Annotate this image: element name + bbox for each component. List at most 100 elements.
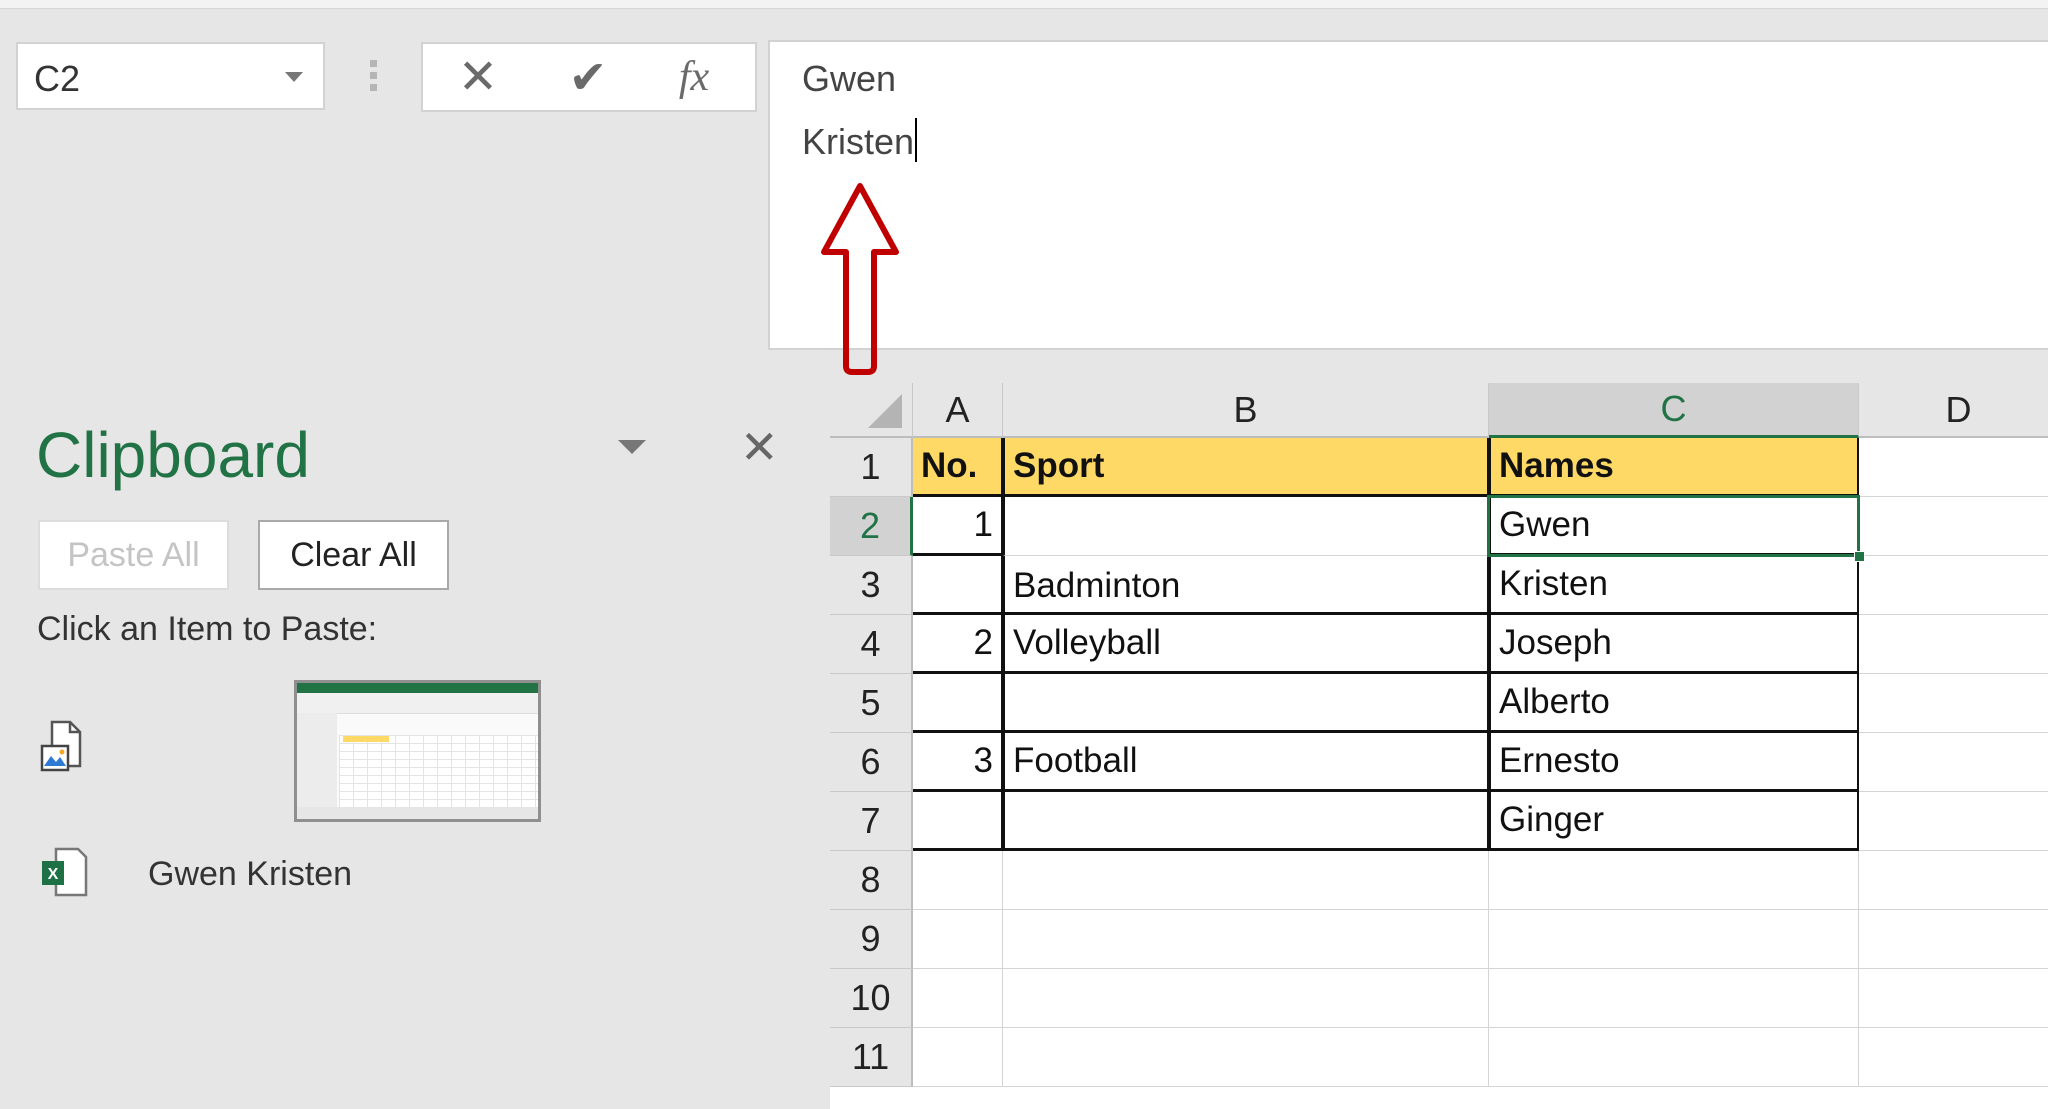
- cell-c2[interactable]: Gwen: [1489, 497, 1859, 556]
- cell-c4[interactable]: Joseph: [1489, 615, 1859, 674]
- cell-b6[interactable]: Football: [1003, 733, 1489, 792]
- cell-a11[interactable]: [913, 1028, 1003, 1087]
- row-header-3[interactable]: 3: [830, 556, 913, 615]
- cell-a2[interactable]: 1: [913, 497, 1003, 556]
- clipboard-item-image[interactable]: [30, 670, 790, 830]
- clipboard-item-text[interactable]: X Gwen Kristen: [30, 845, 790, 905]
- cell-d4[interactable]: [1859, 615, 2048, 674]
- cell-c6[interactable]: Ernesto: [1489, 733, 1859, 792]
- name-box[interactable]: C2: [16, 42, 325, 110]
- cell-b9[interactable]: [1003, 910, 1489, 969]
- cell-c8[interactable]: [1489, 851, 1859, 910]
- cell-a3[interactable]: [913, 556, 1003, 615]
- cell-d6[interactable]: [1859, 733, 2048, 792]
- row-header-10[interactable]: 10: [830, 969, 913, 1028]
- cell-text: Football: [1013, 741, 1138, 780]
- row-header-9[interactable]: 9: [830, 910, 913, 969]
- cell-a10[interactable]: [913, 969, 1003, 1028]
- row-header-6[interactable]: 6: [830, 733, 913, 792]
- cell-d5[interactable]: [1859, 674, 2048, 733]
- cell-text: No.: [921, 446, 978, 485]
- cell-text: Sport: [1013, 446, 1105, 485]
- svg-text:X: X: [48, 866, 59, 883]
- cell-a6[interactable]: 3: [913, 733, 1003, 792]
- select-all-button[interactable]: [830, 383, 913, 438]
- cell-d2[interactable]: [1859, 497, 2048, 556]
- row-header-2[interactable]: 2: [830, 497, 913, 556]
- column-header-a[interactable]: A: [913, 383, 1003, 438]
- arrow-up-icon: [821, 183, 899, 375]
- cell-a4[interactable]: 2: [913, 615, 1003, 674]
- cell-d11[interactable]: [1859, 1028, 2048, 1087]
- cell-d8[interactable]: [1859, 851, 2048, 910]
- cell-text: Badminton: [1013, 566, 1181, 605]
- cell-d7[interactable]: [1859, 792, 2048, 851]
- name-box-value[interactable]: C2: [34, 58, 80, 100]
- cell-c1[interactable]: Names: [1489, 438, 1859, 497]
- cell-text: 1: [973, 505, 993, 544]
- text-cursor: [915, 118, 918, 162]
- chevron-down-icon[interactable]: [285, 72, 303, 82]
- cell-c11[interactable]: [1489, 1028, 1859, 1087]
- cell-a8[interactable]: [913, 851, 1003, 910]
- row-header-8[interactable]: 8: [830, 851, 913, 910]
- cell-text: Names: [1499, 446, 1614, 485]
- cell-b2[interactable]: [1003, 497, 1489, 556]
- cell-d10[interactable]: [1859, 969, 2048, 1028]
- picture-file-icon: [40, 720, 82, 772]
- cell-b1[interactable]: Sport: [1003, 438, 1489, 497]
- cell-b8[interactable]: [1003, 851, 1489, 910]
- worksheet-grid: A B C D 1 No. Sport Names 2 1 Gwen 3 Badminton Kriste…: [830, 383, 2048, 1109]
- cell-a1[interactable]: No.: [913, 438, 1003, 497]
- column-header-c[interactable]: C: [1489, 383, 1859, 438]
- cell-d9[interactable]: [1859, 910, 2048, 969]
- check-icon[interactable]: ✔: [553, 51, 623, 103]
- cell-d3[interactable]: [1859, 556, 2048, 615]
- ribbon-edge: [0, 0, 2048, 9]
- row-header-4[interactable]: 4: [830, 615, 913, 674]
- cell-b10[interactable]: [1003, 969, 1489, 1028]
- fill-handle[interactable]: [1854, 551, 1865, 562]
- row-header-11[interactable]: 11: [830, 1028, 913, 1087]
- paste-all-button[interactable]: Paste All: [38, 520, 229, 590]
- cell-b11[interactable]: [1003, 1028, 1489, 1087]
- excel-file-icon: X: [42, 847, 88, 897]
- clipboard-item-label: Gwen Kristen: [148, 855, 353, 893]
- formula-bar-input[interactable]: Gwen Kristen: [768, 40, 2048, 350]
- cell-c9[interactable]: [1489, 910, 1859, 969]
- drag-handle-icon[interactable]: [370, 60, 380, 96]
- cell-text: 3: [973, 741, 993, 780]
- cell-b7[interactable]: [1003, 792, 1489, 851]
- cell-b4[interactable]: Volleyball: [1003, 615, 1489, 674]
- cell-a7[interactable]: [913, 792, 1003, 851]
- clipboard-title: Clipboard: [36, 419, 310, 491]
- column-header-b[interactable]: B: [1003, 383, 1489, 438]
- formula-line-2-text: Kristen: [802, 121, 915, 162]
- cell-b5[interactable]: [1003, 674, 1489, 733]
- cell-b3[interactable]: Badminton: [1003, 556, 1489, 615]
- cell-text: 2: [973, 623, 993, 662]
- formula-line-1[interactable]: Gwen: [802, 58, 896, 100]
- close-icon[interactable]: ✕: [443, 51, 513, 104]
- cell-text: Ernesto: [1499, 741, 1620, 780]
- cell-c3[interactable]: Kristen: [1489, 556, 1859, 615]
- formula-buttons: ✕ ✔ fx: [421, 42, 757, 112]
- clear-all-button[interactable]: Clear All: [258, 520, 449, 590]
- cell-c10[interactable]: [1489, 969, 1859, 1028]
- pane-options-icon[interactable]: [618, 440, 646, 454]
- formula-line-2[interactable]: Kristen: [802, 118, 918, 163]
- row-header-1[interactable]: 1: [830, 438, 913, 497]
- close-pane-icon[interactable]: ✕: [740, 420, 779, 474]
- fx-icon[interactable]: fx: [659, 52, 729, 102]
- cell-a9[interactable]: [913, 910, 1003, 969]
- cell-a5[interactable]: [913, 674, 1003, 733]
- row-header-7[interactable]: 7: [830, 792, 913, 851]
- column-header-d[interactable]: D: [1859, 383, 2048, 438]
- row-header-5[interactable]: 5: [830, 674, 913, 733]
- cell-text: Ginger: [1499, 800, 1605, 839]
- clipboard-hint: Click an Item to Paste:: [37, 610, 378, 648]
- clipboard-thumbnail: [294, 680, 541, 822]
- cell-d1[interactable]: [1859, 438, 2048, 497]
- cell-c7[interactable]: Ginger: [1489, 792, 1859, 851]
- cell-c5[interactable]: Alberto: [1489, 674, 1859, 733]
